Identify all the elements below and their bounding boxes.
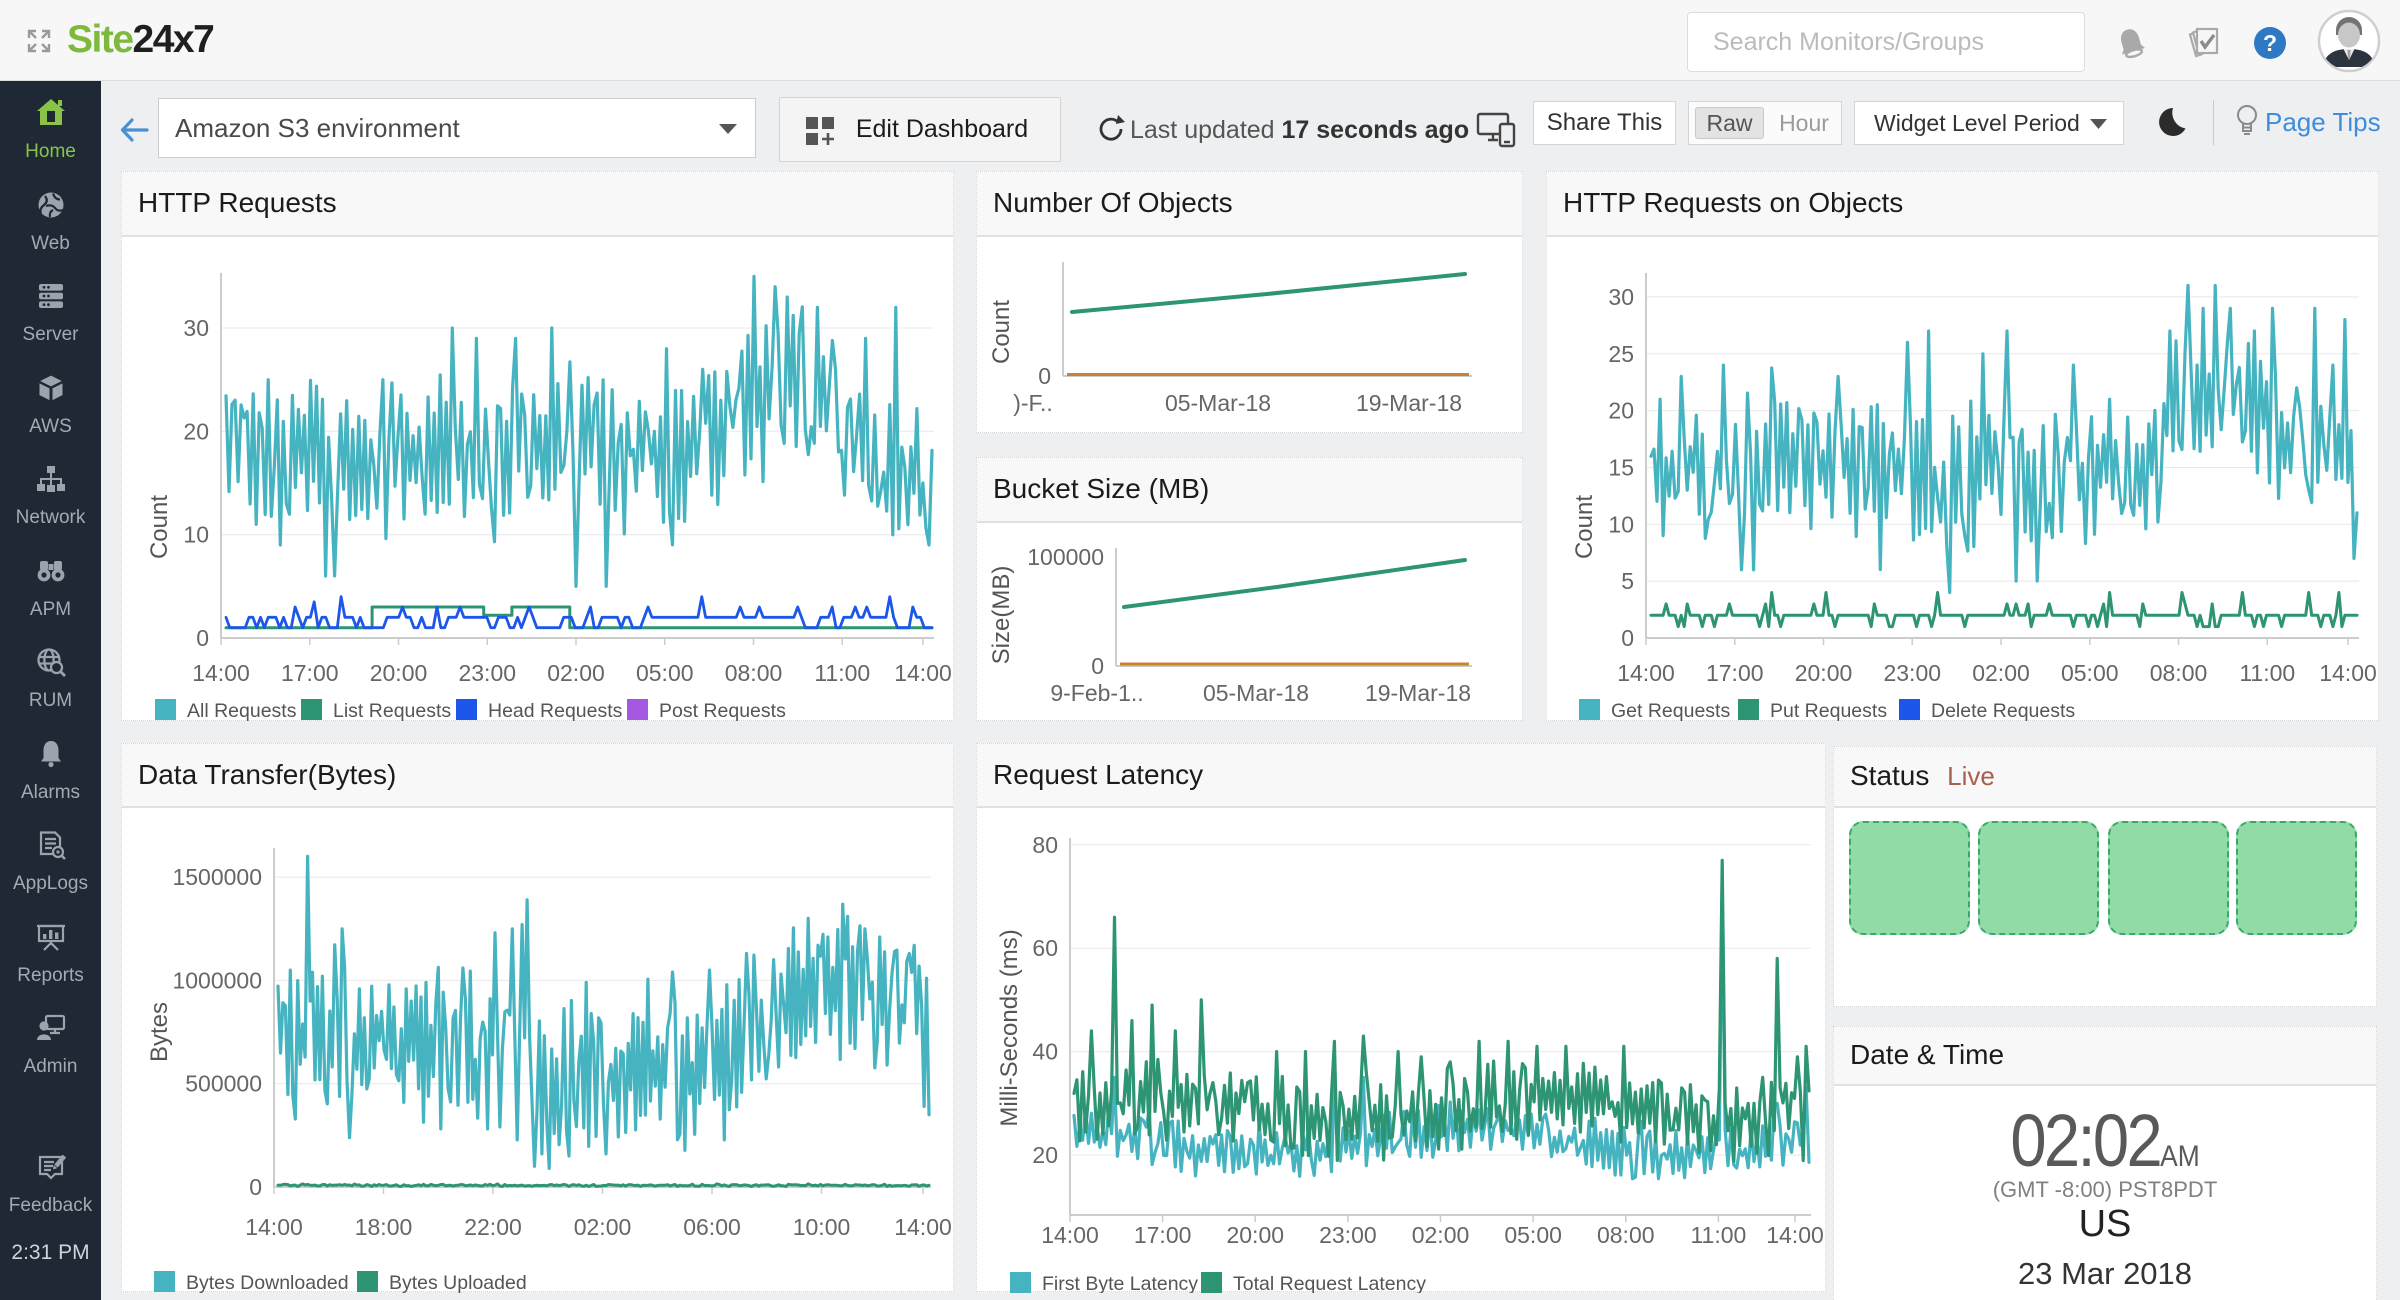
svg-text:17:00: 17:00 xyxy=(1706,660,1764,686)
svg-text:08:00: 08:00 xyxy=(1597,1222,1655,1248)
svg-text:Bytes Downloaded: Bytes Downloaded xyxy=(186,1272,349,1293)
svg-text:02:00: 02:00 xyxy=(1972,660,2030,686)
svg-text:9-Feb-1..: 9-Feb-1.. xyxy=(1050,680,1143,706)
svg-text:Size(MB): Size(MB) xyxy=(988,566,1015,665)
svg-text:14:00: 14:00 xyxy=(1041,1222,1099,1248)
svg-text:05:00: 05:00 xyxy=(636,660,694,686)
svg-text:20:00: 20:00 xyxy=(370,660,428,686)
svg-text:Count: Count xyxy=(988,300,1015,364)
svg-text:10: 10 xyxy=(183,522,209,548)
svg-text:20: 20 xyxy=(1032,1142,1058,1168)
svg-text:Total Request Latency: Total Request Latency xyxy=(1233,1273,1426,1293)
svg-text:0: 0 xyxy=(196,625,209,651)
svg-text:20: 20 xyxy=(1608,398,1634,424)
svg-text:23:00: 23:00 xyxy=(458,660,516,686)
svg-text:Bytes Uploaded: Bytes Uploaded xyxy=(389,1272,527,1293)
svg-text:?: ? xyxy=(2263,30,2277,56)
svg-text:0: 0 xyxy=(1621,625,1634,651)
svg-text:)-F..: )-F.. xyxy=(1013,390,1053,416)
svg-text:Count: Count xyxy=(146,495,173,559)
svg-text:18:00: 18:00 xyxy=(355,1214,413,1240)
svg-text:5: 5 xyxy=(1621,568,1634,594)
svg-text:10: 10 xyxy=(1608,511,1634,537)
svg-text:02:00: 02:00 xyxy=(547,660,605,686)
svg-text:19-Mar-18: 19-Mar-18 xyxy=(1356,390,1462,416)
svg-text:11:00: 11:00 xyxy=(2239,660,2295,686)
svg-text:14:00: 14:00 xyxy=(894,660,952,686)
svg-text:Milli-Seconds (ms): Milli-Seconds (ms) xyxy=(996,929,1023,1126)
svg-text:08:00: 08:00 xyxy=(725,660,783,686)
svg-text:05:00: 05:00 xyxy=(2061,660,2119,686)
svg-text:14:00: 14:00 xyxy=(2319,660,2377,686)
svg-text:20:00: 20:00 xyxy=(1226,1222,1284,1248)
svg-text:Delete Requests: Delete Requests xyxy=(1931,700,2075,722)
svg-text:60: 60 xyxy=(1032,935,1058,961)
svg-text:80: 80 xyxy=(1032,832,1058,858)
svg-text:1500000: 1500000 xyxy=(172,864,262,890)
svg-text:05:00: 05:00 xyxy=(1504,1222,1562,1248)
svg-text:0: 0 xyxy=(1091,653,1104,679)
svg-text:23:00: 23:00 xyxy=(1319,1222,1377,1248)
svg-text:20:00: 20:00 xyxy=(1795,660,1853,686)
svg-text:Put Requests: Put Requests xyxy=(1770,700,1887,722)
svg-text:02:00: 02:00 xyxy=(1412,1222,1470,1248)
svg-text:02:00: 02:00 xyxy=(574,1214,632,1240)
svg-text:25: 25 xyxy=(1608,341,1634,367)
svg-text:30: 30 xyxy=(183,315,209,341)
svg-text:40: 40 xyxy=(1032,1039,1058,1065)
svg-text:500000: 500000 xyxy=(185,1071,262,1097)
svg-text:05-Mar-18: 05-Mar-18 xyxy=(1203,680,1309,706)
svg-text:Get Requests: Get Requests xyxy=(1611,700,1730,722)
svg-text:11:00: 11:00 xyxy=(1690,1222,1746,1248)
svg-text:0: 0 xyxy=(249,1174,262,1200)
svg-text:All Requests: All Requests xyxy=(187,700,297,722)
svg-text:Bytes: Bytes xyxy=(146,1002,173,1062)
svg-text:Count: Count xyxy=(1571,495,1598,559)
svg-text:1000000: 1000000 xyxy=(172,967,262,993)
svg-text:19-Mar-18: 19-Mar-18 xyxy=(1365,680,1471,706)
svg-text:Post Requests: Post Requests xyxy=(659,700,786,722)
svg-text:05-Mar-18: 05-Mar-18 xyxy=(1165,390,1271,416)
svg-text:List Requests: List Requests xyxy=(333,700,451,722)
svg-text:22:00: 22:00 xyxy=(464,1214,522,1240)
svg-text:14:00: 14:00 xyxy=(245,1214,303,1240)
svg-text:08:00: 08:00 xyxy=(2150,660,2208,686)
svg-text:Head Requests: Head Requests xyxy=(488,700,623,722)
svg-text:06:00: 06:00 xyxy=(683,1214,741,1240)
svg-text:14:00: 14:00 xyxy=(1617,660,1675,686)
svg-text:17:00: 17:00 xyxy=(1134,1222,1192,1248)
svg-text:10:00: 10:00 xyxy=(793,1214,851,1240)
svg-text:100000: 100000 xyxy=(1027,544,1104,570)
svg-text:0: 0 xyxy=(1038,363,1051,389)
svg-text:11:00: 11:00 xyxy=(814,660,870,686)
svg-text:14:00: 14:00 xyxy=(894,1214,952,1240)
svg-text:First Byte Latency: First Byte Latency xyxy=(1042,1273,1198,1293)
svg-text:15: 15 xyxy=(1608,454,1634,480)
svg-text:23:00: 23:00 xyxy=(1883,660,1941,686)
svg-text:14:00: 14:00 xyxy=(1766,1222,1824,1248)
svg-text:14:00: 14:00 xyxy=(192,660,250,686)
svg-text:20: 20 xyxy=(183,418,209,444)
svg-text:17:00: 17:00 xyxy=(281,660,339,686)
svg-text:30: 30 xyxy=(1608,284,1634,310)
